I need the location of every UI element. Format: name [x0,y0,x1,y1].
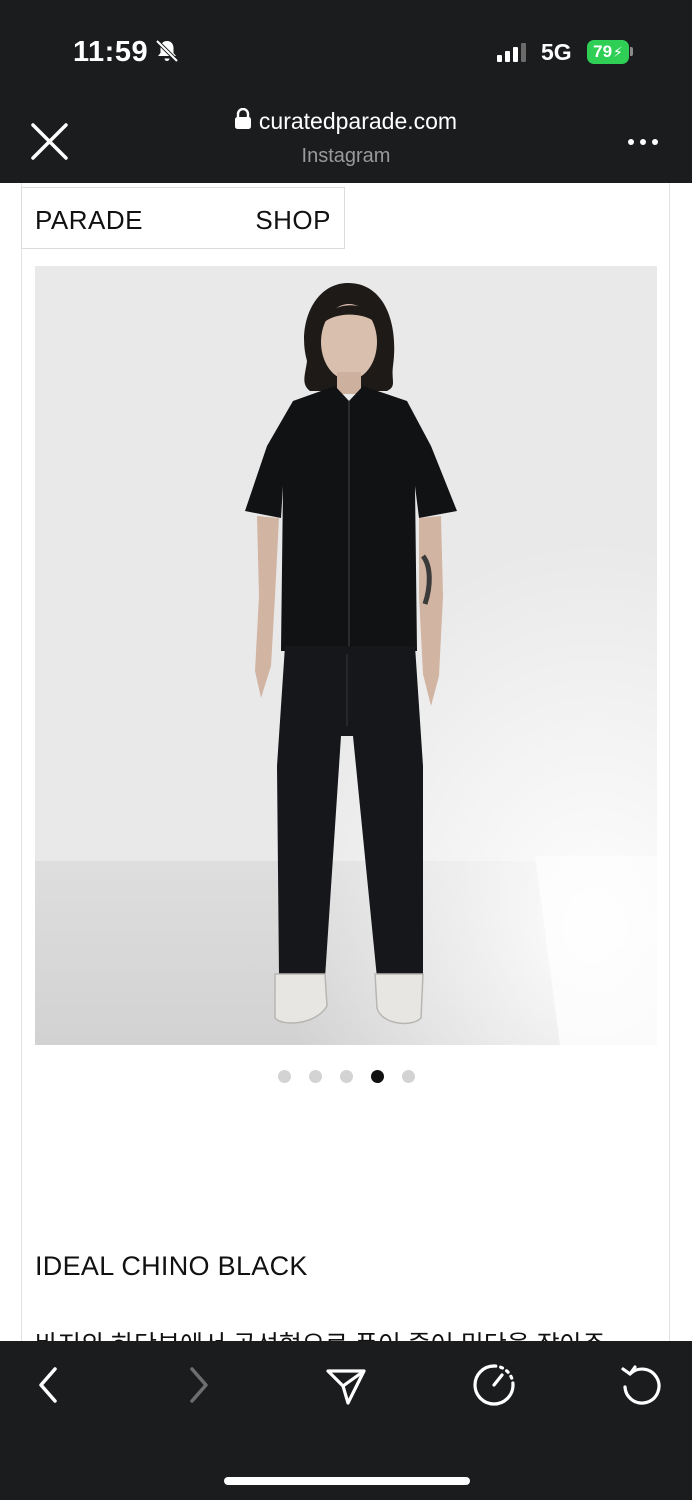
model-figure [35,266,657,1045]
status-time: 11:59 [73,36,149,68]
share-button[interactable] [324,1363,368,1407]
product-description: 바지의 하단부에서 곡선형으로 폭이 줄어 밑단을 잡아주 [35,1325,606,1341]
carousel-dot[interactable] [339,1070,353,1083]
battery-icon: 79 ⚡ [587,40,629,64]
home-indicator[interactable] [224,1477,470,1485]
url-source-label: Instagram [301,145,391,167]
battery-level: 79 [593,42,613,61]
site-nav: PARADE SHOP [21,187,345,249]
carousel-dot[interactable] [277,1070,291,1083]
nav-shop-link[interactable]: SHOP [255,205,331,236]
carousel-dot[interactable] [401,1070,415,1083]
url-text: curatedparade.com [258,108,458,134]
chevron-right-icon [190,1367,208,1403]
forward-button[interactable] [176,1363,220,1407]
more-icon [628,139,658,145]
page-border-left [21,183,22,1341]
product-title: IDEAL CHINO BLACK [35,1251,308,1281]
reload-button[interactable] [620,1363,664,1407]
speed-button[interactable] [472,1363,516,1407]
network-label: 5G [541,39,572,65]
send-icon [326,1369,366,1405]
page-border-right [669,183,670,1341]
bell-muted-icon [154,38,180,69]
chevron-left-icon [39,1367,57,1403]
more-options-button[interactable] [624,132,664,152]
carousel-dot-active[interactable] [370,1070,384,1083]
signal-icon [497,42,527,67]
charging-bolt-icon: ⚡ [613,43,623,60]
back-button[interactable] [27,1363,71,1407]
web-content: PARADE SHOP IDEAL CHINO BLACK [0,183,692,1341]
carousel-dots [0,1070,692,1083]
lock-icon [234,107,251,135]
browser-header: 11:59 5G 79 ⚡ curatedparade.com Instagra… [0,0,692,183]
carousel-dot[interactable] [308,1070,322,1083]
gauge-icon [473,1364,515,1406]
battery-cap [630,47,633,56]
reload-icon [621,1365,661,1405]
url-bar[interactable]: curatedparade.com [0,107,692,135]
product-photo[interactable] [35,266,657,1045]
nav-parade-link[interactable]: PARADE [35,205,143,236]
